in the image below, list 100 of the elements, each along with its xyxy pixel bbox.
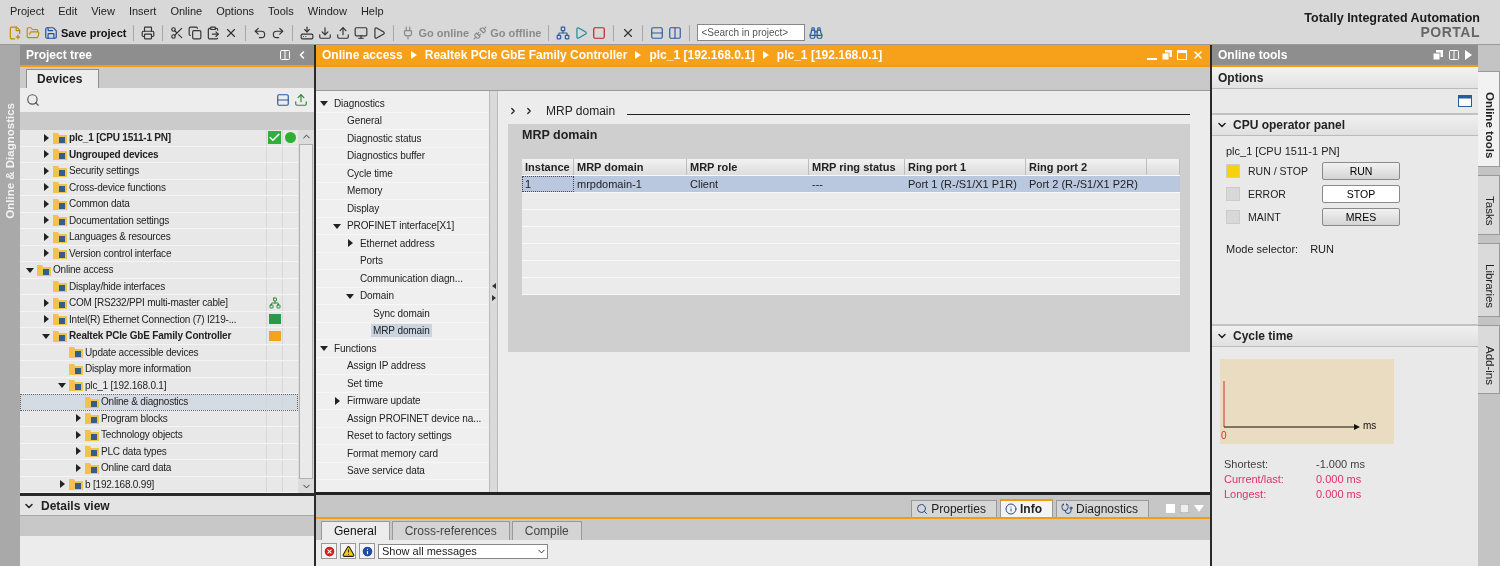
monitor-icon[interactable]: [354, 25, 369, 40]
nav-item[interactable]: General: [345, 114, 384, 128]
collapse-panel-icon[interactable]: [1465, 50, 1472, 60]
table-row[interactable]: 1 mrpdomain-1 Client --- Port 1 (R-/S1/X1 P1R) Port 2 (R-/S1/X1 P2R): [522, 176, 1180, 193]
search-field[interactable]: <Search in project>: [697, 24, 806, 41]
printer-icon[interactable]: [141, 25, 156, 40]
nav-item[interactable]: Assign IP address: [345, 359, 428, 373]
collapse-arrow-icon[interactable]: [320, 344, 328, 353]
tree-item[interactable]: COM [RS232/PPI multi-master cable]: [20, 295, 298, 312]
split-vertical-icon[interactable]: [668, 25, 683, 40]
overview-icon[interactable]: [276, 93, 290, 107]
expand-arrow-icon[interactable]: [58, 480, 66, 489]
side-tab[interactable]: Tasks: [1478, 175, 1500, 235]
layout-icon[interactable]: [1448, 49, 1460, 61]
expand-arrow-icon[interactable]: [42, 315, 50, 324]
split-horizontal-icon[interactable]: [650, 25, 665, 40]
expand-arrow-icon[interactable]: [42, 216, 50, 225]
column-header[interactable]: MRP role: [687, 159, 809, 175]
save-project-button[interactable]: Save project: [44, 25, 127, 40]
nav-item[interactable]: Domain: [358, 289, 396, 303]
nav-item[interactable]: Save service data: [345, 464, 427, 478]
tree-item[interactable]: Realtek PCIe GbE Family Controller: [20, 328, 298, 345]
menu-item[interactable]: Options: [209, 0, 262, 21]
nav-item[interactable]: Set time: [345, 376, 385, 390]
expand-arrow-icon[interactable]: [42, 183, 50, 192]
tree-item[interactable]: Display more information: [20, 361, 298, 378]
paste-icon[interactable]: [206, 25, 221, 40]
mode-button[interactable]: MRES: [1322, 208, 1400, 226]
message-filter-dropdown[interactable]: Show all messages: [378, 543, 548, 559]
collapse-arrow-icon[interactable]: [346, 291, 354, 300]
binoculars-icon[interactable]: [809, 25, 824, 40]
download-icon[interactable]: [318, 25, 333, 40]
column-header[interactable]: MRP ring status: [809, 159, 905, 175]
expand-arrow-icon[interactable]: [74, 430, 82, 439]
expand-arrow-icon[interactable]: [346, 239, 354, 248]
tab[interactable]: Cross-references: [391, 521, 510, 540]
tab[interactable]: Devices: [26, 69, 100, 88]
accessible-devices-icon[interactable]: [556, 25, 571, 40]
expand-arrow-icon[interactable]: [42, 199, 50, 208]
tree-item[interactable]: Technology objects: [20, 427, 298, 444]
nav-item[interactable]: Cycle time: [345, 166, 395, 180]
expand-arrow-icon[interactable]: [42, 150, 50, 159]
expand-arrow-icon[interactable]: [42, 133, 50, 142]
nav-item[interactable]: Format memory card: [345, 446, 440, 460]
expand-arrow-icon[interactable]: [42, 249, 50, 258]
export-icon[interactable]: [294, 93, 308, 107]
nav-item[interactable]: Diagnostics buffer: [345, 149, 428, 163]
nav-item[interactable]: PROFINET interface[X1]: [345, 219, 457, 233]
column-header[interactable]: MRP domain: [574, 159, 687, 175]
expand-arrow-icon[interactable]: [74, 447, 82, 456]
expand-arrow-icon[interactable]: [42, 166, 50, 175]
warning-filter-button[interactable]: [340, 543, 356, 559]
tab[interactable]: Compile: [511, 521, 582, 540]
collapse-arrow-icon[interactable]: [42, 331, 50, 340]
tab[interactable]: General: [321, 521, 390, 540]
collapse-arrow-icon[interactable]: [26, 265, 34, 274]
collapse-arrow-icon[interactable]: [58, 381, 66, 390]
scrollbar[interactable]: [298, 130, 314, 493]
info-filter-button[interactable]: [359, 543, 375, 559]
column-header[interactable]: Ring port 2: [1026, 159, 1147, 175]
redo-icon[interactable]: [271, 25, 286, 40]
window-icon[interactable]: [1458, 95, 1472, 107]
menu-item[interactable]: Help: [353, 0, 391, 21]
nav-item[interactable]: Reset to factory settings: [345, 429, 454, 443]
nav-item[interactable]: Firmware update: [345, 394, 423, 408]
nav-item[interactable]: Ports: [358, 254, 385, 268]
tree-item[interactable]: Online card data: [20, 460, 298, 477]
expand-arrow-icon[interactable]: [42, 232, 50, 241]
column-header[interactable]: Instance: [522, 159, 574, 175]
nav-item[interactable]: Functions: [332, 341, 379, 355]
start-cpu-icon[interactable]: [574, 25, 589, 40]
inspector-tab[interactable]: Info: [999, 499, 1053, 517]
expand-arrow-icon[interactable]: [333, 396, 341, 405]
nav-item[interactable]: Communication diagn...: [358, 271, 465, 285]
inspector-tab[interactable]: Diagnostics: [1055, 500, 1149, 517]
tree-item[interactable]: Online access: [20, 262, 298, 279]
tree-item[interactable]: Languages & resources: [20, 229, 298, 246]
side-tab[interactable]: Online tools: [1478, 71, 1500, 168]
cut-icon[interactable]: [170, 25, 185, 40]
menu-item[interactable]: Insert: [121, 0, 164, 21]
expand-arrow-icon[interactable]: [74, 463, 82, 472]
menu-item[interactable]: Online: [163, 0, 210, 21]
tree-item[interactable]: Online & diagnostics: [20, 394, 298, 411]
inspector-tab[interactable]: Properties: [911, 500, 997, 517]
nav-item[interactable]: Diagnostic status: [345, 131, 424, 145]
restore-icon[interactable]: [1433, 50, 1443, 60]
menu-item[interactable]: View: [84, 0, 122, 21]
nav-item[interactable]: MRP domain: [371, 324, 432, 338]
mode-button[interactable]: RUN: [1322, 162, 1400, 180]
nav-item[interactable]: Assign PROFINET device na...: [345, 411, 484, 425]
collapse-arrow-icon[interactable]: [333, 221, 341, 230]
mode-button[interactable]: STOP: [1322, 185, 1400, 203]
side-tab[interactable]: Add-ins: [1478, 324, 1500, 394]
nav-item[interactable]: Ethernet address: [358, 236, 437, 250]
stop-cpu-icon[interactable]: [592, 25, 607, 40]
side-tab[interactable]: Libraries: [1478, 242, 1500, 317]
menu-item[interactable]: Tools: [261, 0, 301, 21]
upload-icon[interactable]: [336, 25, 351, 40]
tree-item[interactable]: Common data: [20, 196, 298, 213]
menu-item[interactable]: Project: [3, 0, 52, 21]
